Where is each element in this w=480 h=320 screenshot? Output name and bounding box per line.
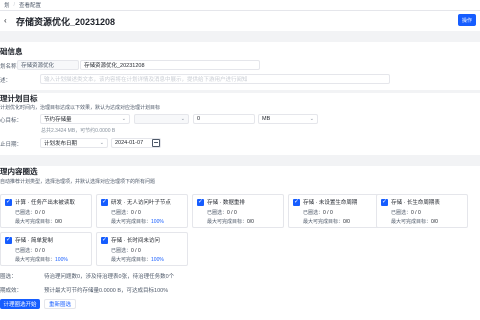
card-type: 存储 [303,200,315,206]
selected-count: 0 / 0 [411,210,421,216]
card-name: 简单复制 [30,238,53,244]
chevron-down-icon: ⌄ [309,116,314,122]
selected-count: 0 / 0 [35,210,45,216]
end-mode-value: 计划发布日期 [44,141,78,147]
reset-selection-button[interactable]: 重新圈选 [44,299,76,309]
selected-count: 0 / 0 [323,210,333,216]
chevron-down-icon: ⌄ [99,140,104,146]
selected-label: 已圈选： [111,248,132,254]
rule-card-2[interactable]: ✓ 研发 · 无人访问叶子节点 已圈选：0 / 0 最大可完成目标：100% [96,194,188,228]
card-name: 数据重排 [222,200,245,206]
selected-summary-label: 圈选： [0,274,17,280]
checkbox-checked-icon[interactable]: ✓ [293,198,300,206]
max-value: 0/0 [247,219,254,225]
metric-select[interactable]: 节约存储量 ⌄ [40,114,130,124]
target-section: 理计划目标 计划优化时间内，治理目标达成以下效果，默认为达成对应治理计划目标 心… [0,93,480,155]
max-value: 0/0 [431,219,438,225]
page-title: 存储资源优化_20231208 [16,16,116,27]
checkbox-checked-icon[interactable]: ✓ [5,236,12,244]
breadcrumb: 划 / 查看配置 [0,0,480,11]
checkbox-checked-icon[interactable]: ✓ [101,198,108,206]
selected-count: 0 / 0 [131,210,141,216]
plan-desc-input[interactable]: 输入计划描述类文本，该内容将在计划详情及消息中展示，提供给下游用户进行阅知 [40,74,390,84]
selected-label: 已圈选： [303,210,324,216]
max-label: 最大可完成目标： [207,219,248,225]
back-arrow-icon[interactable]: ‹ [4,16,14,26]
max-label: 最大可完成目标： [303,219,344,225]
breadcrumb-parent[interactable]: 划 [4,1,10,9]
breadcrumb-current: 查看配置 [19,3,42,9]
metric-select-value: 节约存储量 [44,117,72,123]
plan-name-input[interactable]: 存储资源优化_20231208 [80,60,260,70]
selected-label: 已圈选： [391,210,412,216]
max-value: 100% [151,219,164,225]
target-desc: 计划优化时间内，治理目标达成以下效果，默认为达成对应治理计划目标 [0,105,161,111]
calendar-icon[interactable] [152,139,160,147]
card-name: 长生命周期表 [406,200,440,206]
rule-card-1[interactable]: ✓ 计算 · 任务产出未被读取 已圈选：0 / 0 最大可完成目标：0/0 [0,194,92,228]
card-name: 任务产出未被读取 [30,200,75,206]
checkbox-checked-icon[interactable]: ✓ [5,198,12,206]
target-title: 理计划目标 [0,94,38,103]
chevron-down-icon: ⌄ [180,116,185,122]
checkbox-checked-icon[interactable]: ✓ [381,198,388,206]
basic-info-title: 础信息 [0,47,23,56]
content-title: 理内容圈选 [0,167,38,176]
card-type: 存储 [391,200,403,206]
rule-card-4[interactable]: ✓ 存储 · 未设置生命周期 已圈选：0 / 0 最大可完成目标：0/0 [288,194,380,228]
rule-card-3[interactable]: ✓ 存储 · 数据重排 已圈选：0 / 0 最大可完成目标：0/0 [192,194,284,228]
max-label: 最大可完成目标： [391,219,432,225]
card-name: 长时间未访问 [126,238,160,244]
end-date-label: 止日期： [0,142,23,148]
plan-name-prefix: 存储资源优化 [17,60,79,70]
max-label: 最大可完成目标： [111,219,152,225]
target-value-input[interactable]: 0 [193,114,255,124]
selected-label: 已圈选： [207,210,228,216]
max-value: 100% [151,257,164,263]
expected-effect-label: 期成效： [0,288,23,294]
selected-label: 已圈选： [15,210,36,216]
operate-button[interactable]: 操作 [458,14,476,26]
page-header: ‹ 存储资源优化_20231208 操作 [0,11,480,31]
rule-card-6[interactable]: ✓ 存储 · 简单复制 已圈选：0 / 0 最大可完成目标：100% [0,232,92,266]
max-label: 最大可完成目标： [111,257,152,263]
expected-effect: 预计最大可节约存储量0.0000 B，可达成目标100% [44,288,169,294]
target-stats: 总共2.3424 MB，可节约0.0000 B [41,128,116,134]
max-value: 0/0 [343,219,350,225]
card-name: 无人访问叶子节点 [126,200,171,206]
end-mode-select[interactable]: 计划发布日期 ⌄ [40,138,108,148]
max-value: 0/0 [55,219,62,225]
selected-count: 0 / 0 [35,248,45,254]
content-section: 理内容圈选 自动推荐计划类型，选择治理项，并默认选择对应治理项下的所有问题 ✓ … [0,166,480,320]
content-desc: 自动推荐计划类型，选择治理项，并默认选择对应治理项下的所有问题 [0,179,156,185]
core-target-label: 心目标： [0,118,23,124]
rule-card-5[interactable]: ✓ 存储 · 长生命周期表 已圈选：0 / 0 最大可完成目标：0/0 [376,194,468,228]
rule-card-7[interactable]: ✓ 存储 · 长时间未访问 已圈选：0 / 0 最大可完成目标：100% [96,232,188,266]
max-value: 100% [55,257,68,263]
chevron-down-icon: ⌄ [121,116,126,122]
card-type: 存储 [111,238,123,244]
operator-select[interactable]: ⌄ [134,114,189,124]
basic-info-section: 础信息 划名称： 存储资源优化 存储资源优化_20231208 述： 输入计划描… [0,42,480,90]
breadcrumb-separator: / [13,2,16,8]
checkbox-checked-icon[interactable]: ✓ [197,198,204,206]
selected-count: 0 / 0 [227,210,237,216]
selected-label: 已圈选： [15,248,36,254]
max-label: 最大可完成目标： [15,219,56,225]
card-type: 计算 [15,200,27,206]
card-name: 未设置生命周期 [318,200,358,206]
selected-summary: 待治理问题数0，涉及待治理表0张，待治理任务数0个 [44,274,175,280]
card-type: 存储 [15,238,27,244]
checkbox-checked-icon[interactable]: ✓ [101,236,108,244]
start-selection-button[interactable]: 计理圈选开始 [0,299,40,309]
card-type: 存储 [207,200,219,206]
card-type: 研发 [111,200,123,206]
selected-count: 0 / 0 [131,248,141,254]
unit-select[interactable]: MB ⌄ [258,114,318,124]
selected-label: 已圈选： [111,210,132,216]
max-label: 最大可完成目标： [15,257,56,263]
plan-desc-label: 述： [0,78,12,84]
unit-select-value: MB [262,116,271,122]
